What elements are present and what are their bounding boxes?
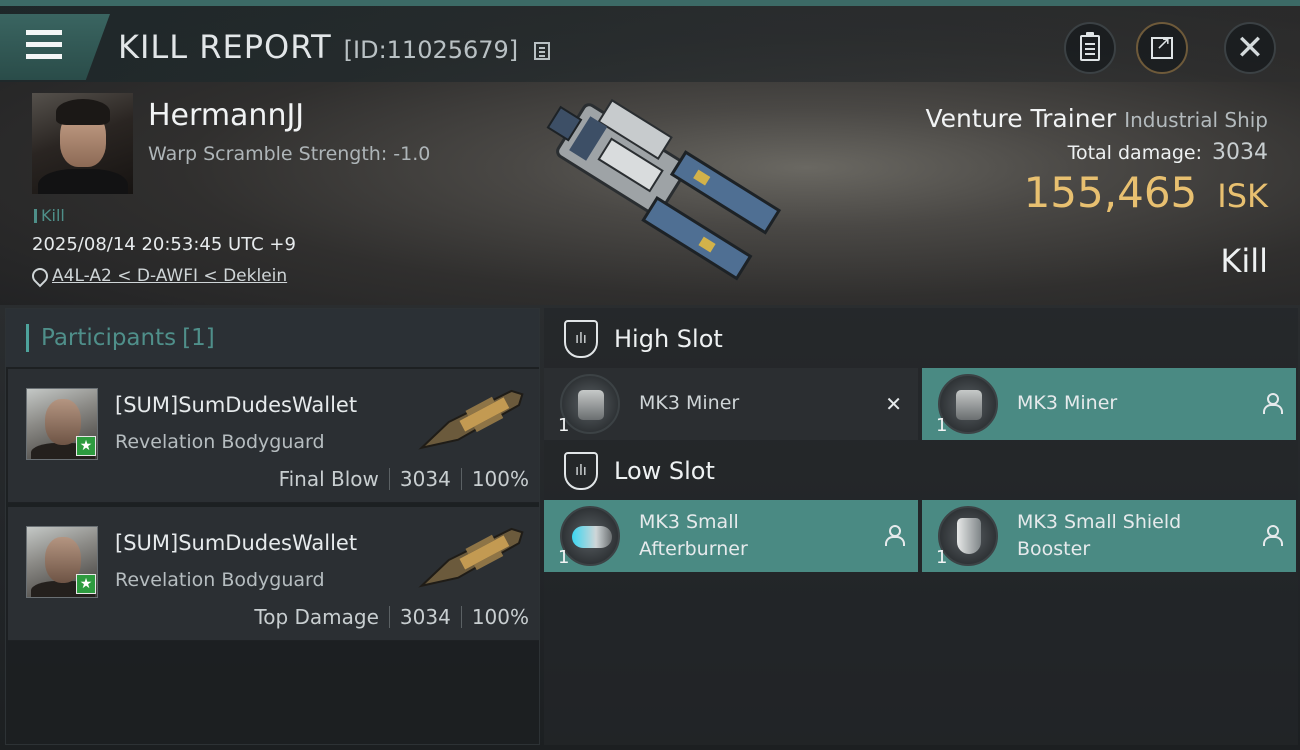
participant-percent: 100% <box>471 605 529 629</box>
portrait-body <box>38 169 128 194</box>
participant-stats: Top Damage 3034 100% <box>254 605 529 629</box>
dropped-person-icon <box>884 525 905 546</box>
module-icon-core <box>572 526 612 548</box>
participant-role: Top Damage <box>254 605 379 629</box>
clipboard-icon <box>1080 32 1100 61</box>
star-badge-icon: ★ <box>76 574 96 594</box>
module-item[interactable]: 1 MK3 Small Afterburner <box>544 500 918 572</box>
kill-tag-marker <box>34 208 37 223</box>
high-slot-header: ılı High Slot <box>544 310 1298 368</box>
participant-card[interactable]: ★ [SUM]SumDudesWallet Revelation Bodygua… <box>8 507 539 641</box>
participant-name: [SUM]SumDudesWallet <box>115 531 358 555</box>
module-icon-core <box>957 518 981 554</box>
participants-panel: Participants [1] ★ [SUM]SumDudesWallet R… <box>5 308 540 745</box>
total-damage-label: Total damage: <box>1067 142 1202 164</box>
total-damage-value: 3034 <box>1212 140 1268 165</box>
stats-divider <box>460 468 462 490</box>
victim-ship-image <box>546 98 782 281</box>
participant-ship: Revelation Bodyguard <box>115 569 325 591</box>
module-quantity: 1 <box>558 415 570 436</box>
module-name-line2: Afterburner <box>639 538 748 560</box>
star-badge-icon: ★ <box>76 436 96 456</box>
victim-portrait[interactable] <box>32 93 133 194</box>
hamburger-menu-icon <box>26 30 62 35</box>
isk-value: 155,465 ISK <box>1024 168 1268 217</box>
victim-ship-name-group[interactable]: Venture Trainer Industrial Ship <box>925 104 1268 133</box>
dropped-person-icon <box>1262 393 1283 414</box>
module-name-line2: Booster <box>1017 538 1091 560</box>
participant-damage: 3034 <box>399 467 451 491</box>
hamburger-menu-icon-bar <box>26 54 62 59</box>
low-slot-label: Low Slot <box>614 457 715 485</box>
high-slot-icon: ılı <box>564 320 598 358</box>
total-damage: Total damage: 3034 <box>1068 140 1268 165</box>
warp-scramble-strength: Warp Scramble Strength: -1.0 <box>148 143 431 165</box>
participant-card[interactable]: ★ [SUM]SumDudesWallet Revelation Bodygua… <box>8 369 539 503</box>
close-icon: ✕ <box>1235 28 1265 68</box>
participant-name: [SUM]SumDudesWallet <box>115 393 358 417</box>
hamburger-menu-icon-bar <box>26 42 62 47</box>
clipboard-button[interactable] <box>1064 22 1116 74</box>
module-icon-core <box>578 390 604 420</box>
participant-role: Final Blow <box>278 467 379 491</box>
dropped-person-icon <box>1262 525 1283 546</box>
isk-amount: 155,465 <box>1023 168 1198 217</box>
participants-count: [1] <box>182 325 215 351</box>
menu-button[interactable] <box>0 14 110 80</box>
stats-divider <box>460 606 462 628</box>
stats-divider <box>388 606 390 628</box>
participant-ship-image <box>418 389 524 450</box>
participant-ship-image <box>418 527 524 588</box>
high-slot-label: High Slot <box>614 325 723 353</box>
victim-name[interactable]: HermannJJ <box>148 98 304 133</box>
kill-result: Kill <box>1220 242 1268 280</box>
location-link[interactable]: A4L-A2 < D-AWFI < Deklein <box>32 266 287 286</box>
location-text[interactable]: A4L-A2 < D-AWFI < Deklein <box>52 266 287 286</box>
participants-tab[interactable]: Participants [1] <box>6 309 539 367</box>
share-button[interactable] <box>1136 22 1188 74</box>
page-title: KILL REPORT <box>118 28 332 66</box>
module-name-line1: MK3 Small Shield <box>1017 511 1182 533</box>
victim-ship-class: Industrial Ship <box>1124 108 1268 132</box>
report-id: [ID:11025679] <box>343 36 519 64</box>
destroyed-icon: ✕ <box>885 392 902 416</box>
close-button[interactable]: ✕ <box>1224 22 1276 74</box>
isk-unit: ISK <box>1217 177 1268 215</box>
participant-ship: Revelation Bodyguard <box>115 431 325 453</box>
participants-accent <box>26 324 29 352</box>
kill-datetime: 2025/08/14 20:53:45 UTC +9 <box>32 234 296 255</box>
stats-divider <box>388 468 390 490</box>
header-bar: KILL REPORT [ID:11025679] ✕ <box>0 6 1300 82</box>
fitting-panel: ılı High Slot 1 MK3 Miner ✕ 1 MK3 Miner … <box>544 308 1298 745</box>
low-slot-icon: ılı <box>564 452 598 490</box>
participant-damage: 3034 <box>399 605 451 629</box>
module-name-line1: MK3 Small <box>639 511 739 533</box>
participants-label: Participants <box>41 325 177 351</box>
participant-stats: Final Blow 3034 100% <box>279 467 529 491</box>
kill-tag-label: Kill <box>41 206 65 225</box>
module-name: MK3 Miner <box>1017 392 1118 414</box>
module-name: MK3 Miner <box>639 392 740 414</box>
module-icon-core <box>956 390 982 420</box>
share-export-icon <box>1151 33 1173 59</box>
portrait-hair <box>56 99 110 125</box>
copy-icon[interactable] <box>534 42 551 60</box>
victim-ship-name: Venture Trainer <box>925 104 1117 133</box>
module-quantity: 1 <box>936 415 948 436</box>
module-item[interactable]: 1 MK3 Miner ✕ <box>544 368 918 440</box>
module-item[interactable]: 1 MK3 Miner <box>922 368 1296 440</box>
participant-percent: 100% <box>471 467 529 491</box>
low-slot-header: ılı Low Slot <box>544 442 1298 500</box>
module-quantity: 1 <box>936 547 948 568</box>
location-pin-icon <box>32 268 44 284</box>
module-item[interactable]: 1 MK3 Small Shield Booster <box>922 500 1296 572</box>
module-quantity: 1 <box>558 547 570 568</box>
title-group: KILL REPORT [ID:11025679] <box>118 28 551 66</box>
kill-tag: Kill <box>34 206 65 225</box>
